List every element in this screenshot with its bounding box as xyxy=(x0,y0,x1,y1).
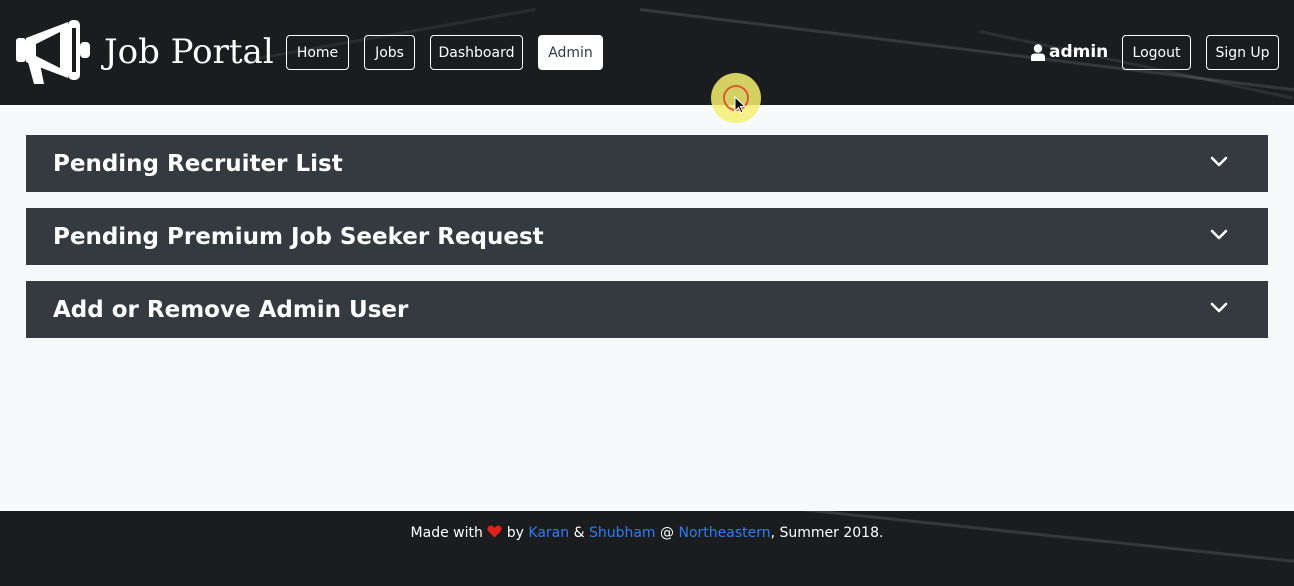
user-icon xyxy=(1031,43,1045,61)
nav-dashboard-button[interactable]: Dashboard xyxy=(430,35,523,70)
mouse-cursor-icon xyxy=(734,96,746,114)
admin-user-panel[interactable]: Add or Remove Admin User xyxy=(26,281,1268,338)
footer-credits: Made with by Karan & Shubham @ Northeast… xyxy=(0,525,1294,541)
megaphone-icon xyxy=(16,20,90,84)
nav-jobs-button[interactable]: Jobs xyxy=(364,35,415,70)
panel-title: Pending Recruiter List xyxy=(53,150,343,177)
panel-title: Pending Premium Job Seeker Request xyxy=(53,223,544,250)
chevron-down-icon xyxy=(1210,156,1228,167)
footer-by: by xyxy=(506,525,524,541)
chevron-down-icon xyxy=(1210,302,1228,313)
northeastern-link[interactable]: Northeastern xyxy=(678,525,770,541)
top-navbar: Job Portal Home Jobs Dashboard Admin adm… xyxy=(0,0,1294,105)
logout-button[interactable]: Logout xyxy=(1122,35,1191,70)
footer: Made with by Karan & Shubham @ Northeast… xyxy=(0,511,1294,586)
footer-amp: & xyxy=(573,525,585,541)
nav-admin-button[interactable]: Admin xyxy=(538,35,603,70)
heart-icon xyxy=(487,525,502,538)
author-karan-link[interactable]: Karan xyxy=(528,525,569,541)
user-menu[interactable]: admin xyxy=(1031,42,1108,62)
panel-title: Add or Remove Admin User xyxy=(53,296,409,323)
pending-recruiter-panel[interactable]: Pending Recruiter List xyxy=(26,135,1268,192)
footer-made-with: Made with xyxy=(410,525,483,541)
nav-home-button[interactable]: Home xyxy=(286,35,349,70)
user-name-label: admin xyxy=(1049,42,1109,62)
author-shubham-link[interactable]: Shubham xyxy=(589,525,656,541)
chevron-down-icon xyxy=(1210,229,1228,240)
footer-at: @ xyxy=(660,525,675,541)
pending-premium-request-panel[interactable]: Pending Premium Job Seeker Request xyxy=(26,208,1268,265)
footer-suffix: , Summer 2018. xyxy=(770,525,884,541)
brand-link[interactable]: Job Portal xyxy=(14,18,274,86)
signup-button[interactable]: Sign Up xyxy=(1206,35,1279,70)
brand-title: Job Portal xyxy=(104,32,274,72)
